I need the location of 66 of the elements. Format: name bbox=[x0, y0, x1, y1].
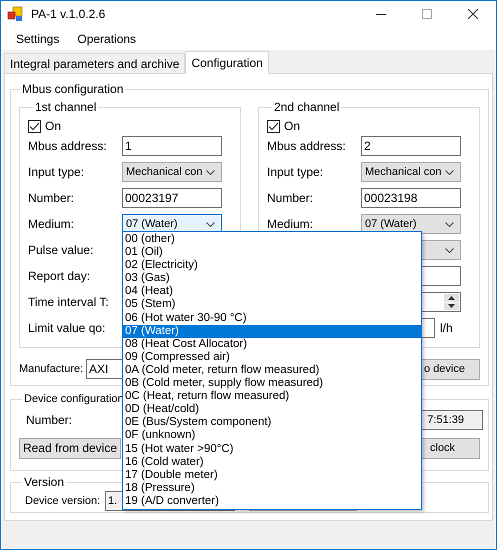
dropdown-option[interactable]: 16 (Cold water) bbox=[123, 456, 421, 469]
dropdown-option[interactable]: 07 (Water) bbox=[123, 324, 421, 338]
up-arrow-icon bbox=[448, 296, 455, 300]
field-label: Medium: bbox=[267, 216, 314, 231]
dropdown-option[interactable]: 01 (Oil) bbox=[123, 246, 421, 260]
group-title: 1st channel bbox=[35, 100, 96, 114]
group-title: Device configuration bbox=[24, 393, 124, 405]
dropdown-option[interactable]: 19 (A/D converter) bbox=[123, 494, 421, 508]
dropdown-option[interactable]: 00 (other) bbox=[123, 233, 421, 246]
dropdown-option[interactable]: 0B (Cold meter, supply flow measured) bbox=[123, 377, 421, 390]
maximize-icon bbox=[422, 9, 432, 19]
field-label: Manufacture: bbox=[19, 362, 84, 377]
checkbox[interactable] bbox=[267, 120, 280, 132]
dropdown-option[interactable]: 05 (Stem) bbox=[123, 298, 421, 312]
unit-label: l/h bbox=[440, 320, 453, 337]
group-title: Mbus configuration bbox=[22, 82, 124, 96]
dropdown-option[interactable]: 0C (Heat, return flow measured) bbox=[123, 390, 421, 404]
field-label: Mbus address: bbox=[267, 138, 346, 153]
text-field[interactable]: 1 bbox=[122, 136, 222, 156]
app-icon bbox=[7, 6, 23, 22]
checkbox-label: On bbox=[284, 118, 300, 135]
tab[interactable]: Integral parameters and archive bbox=[4, 53, 186, 73]
chevron-down-icon bbox=[206, 222, 215, 226]
menu-item[interactable]: Settings bbox=[7, 27, 68, 50]
read-button[interactable]: Read from device bbox=[19, 438, 121, 458]
dropdown-option[interactable]: 04 (Heat) bbox=[123, 285, 421, 298]
text-field[interactable]: 2 bbox=[361, 136, 461, 156]
group-title: Version bbox=[24, 475, 64, 489]
close-icon bbox=[468, 9, 478, 19]
dropdown-option[interactable]: 18 (Pressure) bbox=[123, 482, 421, 495]
field-label: Report day: bbox=[28, 268, 90, 283]
dropdown-option[interactable]: 0A (Cold meter, return flow measured) bbox=[123, 364, 421, 378]
field-label: Input type: bbox=[28, 164, 84, 179]
chevron-down-icon bbox=[445, 170, 454, 174]
dropdown-field[interactable]: Mechanical con bbox=[122, 162, 222, 182]
field-label: Time interval T: bbox=[28, 294, 109, 309]
menu-item[interactable]: Operations bbox=[68, 27, 146, 50]
field-label: Pulse value: bbox=[28, 242, 94, 257]
group-title: 2nd channel bbox=[274, 100, 340, 114]
field-label: Limit value qo: bbox=[28, 320, 106, 335]
field-label: Input type: bbox=[267, 164, 324, 179]
spin-buttons[interactable] bbox=[444, 294, 459, 310]
chevron-down-icon bbox=[445, 248, 454, 252]
dropdown-field[interactable]: 07 (Water) bbox=[361, 214, 461, 234]
chevron-down-icon bbox=[206, 170, 215, 174]
down-arrow-icon bbox=[448, 304, 455, 308]
field-label: Mbus address: bbox=[28, 138, 107, 153]
chevron-down-icon bbox=[445, 222, 454, 226]
dropdown-option[interactable]: 02 (Electricity) bbox=[123, 259, 421, 272]
dropdown-option[interactable]: 03 (Gas) bbox=[123, 272, 421, 286]
dropdown-option[interactable]: 08 (Heat Cost Allocator) bbox=[123, 338, 421, 351]
text-field[interactable]: 00023197 bbox=[122, 188, 222, 208]
checkbox[interactable] bbox=[28, 120, 41, 132]
checkbox-label: On bbox=[45, 118, 62, 135]
field-label: Medium: bbox=[28, 216, 74, 231]
field-label: Number: bbox=[28, 190, 74, 205]
text-field[interactable]: 00023198 bbox=[361, 188, 461, 208]
window-title: PA-1 v.1.0.2.6 bbox=[31, 6, 106, 23]
dropdown-option[interactable]: 17 (Double meter) bbox=[123, 468, 421, 482]
field-label: Number: bbox=[267, 190, 314, 205]
field-label: Number: bbox=[26, 412, 72, 428]
dropdown-field[interactable]: Mechanical con bbox=[361, 162, 461, 182]
dropdown-option[interactable]: 09 (Compressed air) bbox=[123, 350, 421, 364]
dropdown-option[interactable]: 06 (Hot water 30-90 °C) bbox=[123, 312, 421, 325]
tab[interactable]: Configuration bbox=[185, 51, 269, 74]
field-label: Device version: bbox=[25, 494, 102, 509]
